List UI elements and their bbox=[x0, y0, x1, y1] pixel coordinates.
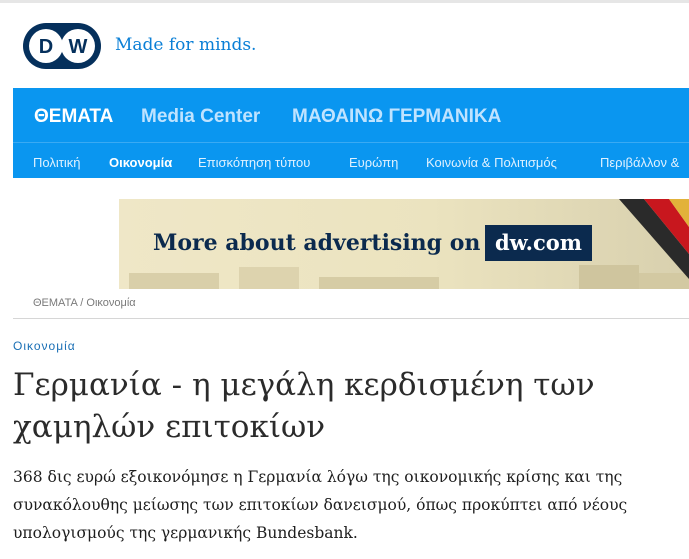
top-border bbox=[0, 0, 689, 3]
main-navigation: ΘΕΜΑΤΑ Media Center ΜΑΘΑΙΝΩ ΓΕΡΜΑΝΙΚΑ Πο… bbox=[13, 88, 689, 178]
logo-letter-d: D bbox=[39, 36, 53, 58]
subnav-item-politics[interactable]: Πολιτική bbox=[33, 155, 81, 170]
subnav-item-economy[interactable]: Οικονομία bbox=[109, 155, 172, 170]
dw-logo[interactable]: D W bbox=[22, 22, 102, 70]
logo-letter-w: W bbox=[69, 36, 88, 58]
ad-text: More about advertising on bbox=[153, 230, 481, 256]
breadcrumb-item-themata[interactable]: ΘΕΜΑΤΑ bbox=[33, 297, 77, 309]
breadcrumb-item-economy[interactable]: Οικονομία bbox=[86, 297, 135, 309]
nav-item-media-center[interactable]: Media Center bbox=[141, 106, 260, 128]
tagline: Made for minds. bbox=[115, 35, 257, 55]
nav-item-learn-german[interactable]: ΜΑΘΑΙΝΩ ΓΕΡΜΑΝΙΚΑ bbox=[292, 106, 501, 128]
article-lead: 368 δις ευρώ εξοικονόμησε η Γερμανία λόγ… bbox=[13, 468, 628, 542]
subnav-item-environment[interactable]: Περιβάλλον & bbox=[600, 155, 679, 170]
dw-logo-icon: D W bbox=[23, 23, 101, 69]
primary-nav: ΘΕΜΑΤΑ Media Center ΜΑΘΑΙΝΩ ΓΕΡΜΑΝΙΚΑ bbox=[13, 88, 689, 142]
subnav-item-society-culture[interactable]: Κοινωνία & Πολιτισμός bbox=[426, 155, 557, 170]
nav-item-themata[interactable]: ΘΕΜΑΤΑ bbox=[34, 106, 113, 128]
article-headline: Γερμανία - η μεγάλη κερδισμένη των χαμηλ… bbox=[13, 367, 595, 445]
article-category[interactable]: Οικονομία bbox=[13, 339, 76, 353]
subnav-item-europe[interactable]: Ευρώπη bbox=[349, 155, 398, 170]
breadcrumb: ΘΕΜΑΤΑ / Οικονομία bbox=[33, 297, 136, 309]
german-flag-graphic bbox=[619, 199, 689, 279]
advertising-banner[interactable]: More about advertising on dw.com bbox=[119, 199, 689, 289]
secondary-nav: Πολιτική Οικονομία Επισκόπηση τύπου Ευρώ… bbox=[13, 142, 689, 178]
ad-domain-badge: dw.com bbox=[485, 225, 592, 261]
subnav-item-press-review[interactable]: Επισκόπηση τύπου bbox=[198, 155, 310, 170]
section-divider bbox=[13, 318, 689, 319]
